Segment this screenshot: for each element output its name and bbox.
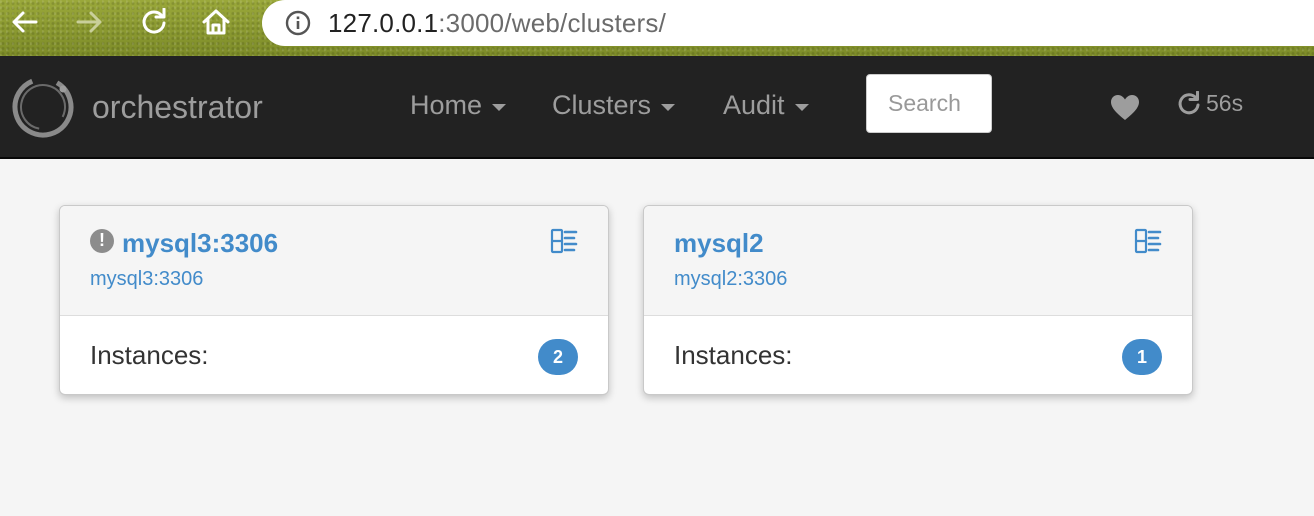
forward-arrow-icon	[76, 11, 102, 33]
cluster-title: mysql2	[674, 228, 764, 258]
nav-clusters-label: Clusters	[552, 90, 652, 120]
url-text: 127.0.0.1:3000/web/clusters/	[328, 8, 666, 39]
warning-icon: !	[90, 228, 114, 253]
cluster-title: mysql3:3306	[122, 228, 279, 258]
cluster-card: ! mysql3:3306 mysql3:3306 Instances: 2	[59, 205, 609, 395]
database-icon[interactable]	[550, 228, 578, 254]
database-icon[interactable]	[1134, 228, 1162, 254]
site-info-icon[interactable]	[284, 9, 312, 37]
brand-name: orchestrator	[92, 88, 263, 125]
home-icon	[202, 9, 230, 35]
brand[interactable]: orchestrator	[10, 74, 263, 140]
search-input[interactable]	[866, 74, 992, 133]
reload-button[interactable]	[136, 4, 172, 40]
caret-down-icon	[794, 103, 809, 111]
cluster-title-link[interactable]: ! mysql3:3306	[90, 228, 278, 259]
nav-home-dropdown[interactable]: Home	[410, 90, 507, 121]
back-arrow-icon	[12, 11, 38, 33]
nav-home-label: Home	[410, 90, 483, 120]
refresh-icon	[1178, 90, 1200, 114]
cluster-title-link[interactable]: mysql2	[674, 228, 764, 259]
cluster-card-header: ! mysql3:3306 mysql3:3306	[60, 206, 608, 316]
cluster-card: mysql2 mysql2:3306 Instances: 1	[643, 205, 1193, 395]
instances-count-badge: 2	[538, 339, 578, 375]
cluster-card-header: mysql2 mysql2:3306	[644, 206, 1192, 316]
instances-label: Instances:	[674, 340, 793, 370]
url-host: 127.0.0.1	[328, 7, 439, 38]
address-bar[interactable]: 127.0.0.1:3000/web/clusters/	[262, 0, 1314, 46]
url-path: :3000/web/clusters/	[438, 7, 667, 38]
caret-down-icon	[492, 103, 507, 111]
cluster-alias-link[interactable]: mysql2:3306	[674, 268, 787, 291]
home-button[interactable]	[198, 4, 234, 40]
instances-count-badge: 1	[1122, 339, 1162, 375]
refresh-countdown-button[interactable]: 56s	[1176, 90, 1243, 117]
nav-audit-label: Audit	[723, 90, 785, 120]
cluster-alias-link[interactable]: mysql3:3306	[90, 268, 203, 291]
heart-icon[interactable]	[1110, 94, 1140, 122]
reload-icon	[142, 8, 166, 34]
nav-clusters-dropdown[interactable]: Clusters	[552, 90, 676, 121]
forward-button[interactable]	[72, 4, 108, 40]
orchestrator-logo-icon	[12, 76, 74, 138]
instances-label: Instances:	[90, 340, 209, 370]
back-button[interactable]	[6, 4, 42, 40]
caret-down-icon	[661, 103, 676, 111]
nav-audit-dropdown[interactable]: Audit	[723, 90, 809, 121]
refresh-countdown: 56s	[1206, 90, 1244, 116]
browser-toolbar: 127.0.0.1:3000/web/clusters/	[0, 0, 1314, 56]
